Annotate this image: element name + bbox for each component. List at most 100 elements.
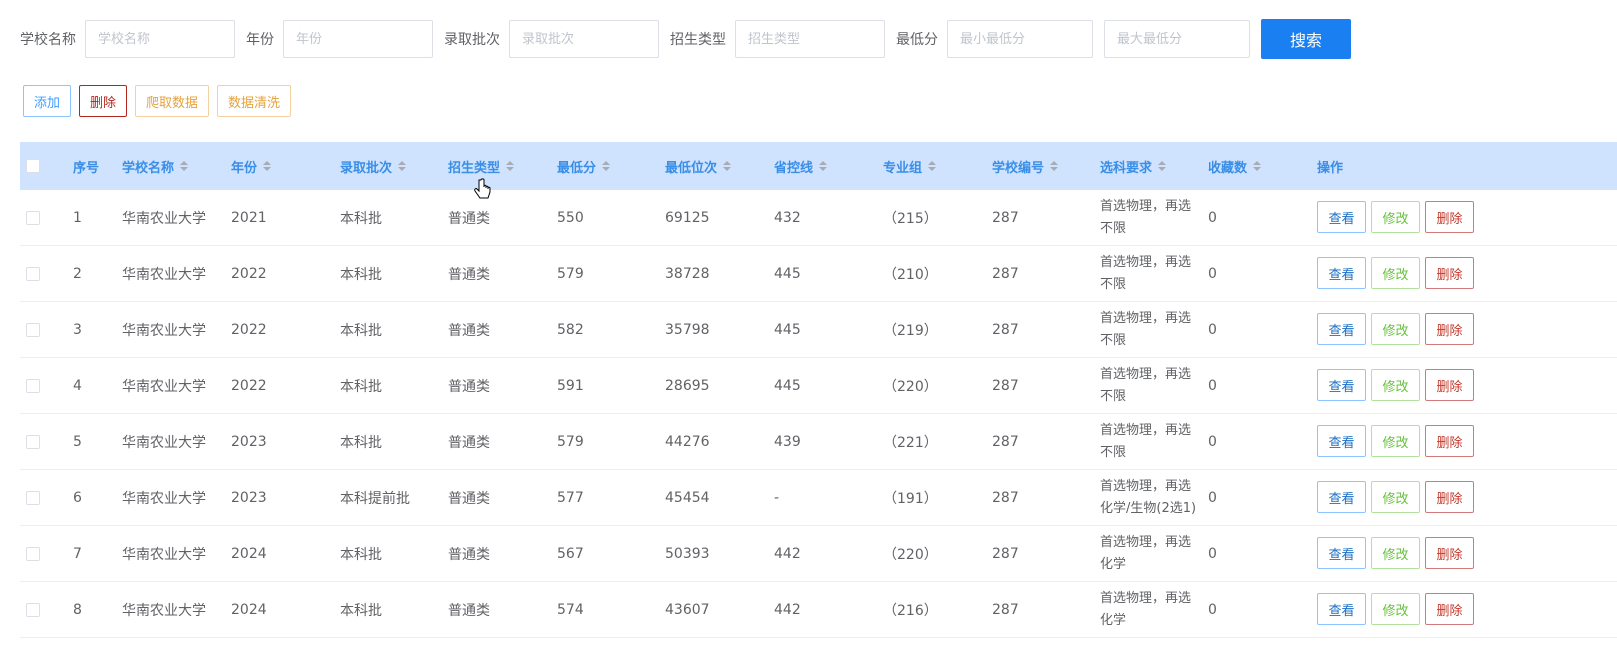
cell-school-name: 华南农业大学 [122, 490, 206, 507]
delete-button[interactable]: 删除 [1425, 369, 1474, 401]
cell-school-name: 华南农业大学 [122, 210, 206, 227]
delete-button[interactable]: 删除 [1425, 201, 1474, 233]
sort-icon[interactable] [1158, 161, 1167, 171]
school-name-input[interactable] [85, 20, 235, 58]
cell-favorites: 0 [1208, 377, 1217, 394]
col-school-name[interactable]: 学校名称 [122, 157, 189, 176]
cell-favorites: 0 [1208, 209, 1217, 226]
col-min-score[interactable]: 最低分 [557, 157, 611, 176]
cell-subject-req: 首选物理，再选不限 [1100, 254, 1192, 292]
sort-icon[interactable] [928, 161, 937, 171]
delete-button[interactable]: 删除 [1425, 257, 1474, 289]
sort-icon[interactable] [819, 161, 828, 171]
sort-icon[interactable] [263, 161, 272, 171]
col-major-group[interactable]: 专业组 [883, 157, 937, 176]
cell-major-group: （220） [883, 546, 938, 563]
col-batch[interactable]: 录取批次 [340, 157, 407, 176]
sort-icon[interactable] [1253, 161, 1262, 171]
cell-control-line: 445 [774, 265, 801, 282]
cell-index: 1 [73, 209, 82, 226]
view-button[interactable]: 查看 [1317, 593, 1366, 625]
delete-button[interactable]: 删除 [1425, 313, 1474, 345]
cell-batch: 本科批 [340, 266, 382, 283]
cell-index: 5 [73, 433, 82, 450]
delete-button[interactable]: 删除 [1425, 481, 1474, 513]
select-all-checkbox[interactable] [26, 159, 40, 173]
col-favorites[interactable]: 收藏数 [1208, 157, 1262, 176]
search-button[interactable]: 搜索 [1261, 19, 1351, 59]
row-checkbox[interactable] [26, 435, 40, 449]
batch-input[interactable] [509, 20, 659, 58]
cell-min-rank: 45454 [665, 489, 710, 506]
edit-button[interactable]: 修改 [1371, 593, 1420, 625]
view-button[interactable]: 查看 [1317, 481, 1366, 513]
view-button[interactable]: 查看 [1317, 537, 1366, 569]
crawl-data-button[interactable]: 爬取数据 [135, 85, 210, 117]
cell-year: 2022 [231, 265, 267, 282]
cell-subject-req: 首选物理，再选不限 [1100, 310, 1192, 348]
view-button[interactable]: 查看 [1317, 257, 1366, 289]
max-min-score-input[interactable] [1104, 20, 1250, 58]
col-subject-req[interactable]: 选科要求 [1100, 157, 1167, 176]
edit-button[interactable]: 修改 [1371, 201, 1420, 233]
sort-icon[interactable] [398, 161, 407, 171]
cell-major-group: （216） [883, 602, 938, 619]
cell-school-name: 华南农业大学 [122, 434, 206, 451]
row-checkbox[interactable] [26, 211, 40, 225]
cell-min-score: 577 [557, 489, 584, 506]
col-min-rank[interactable]: 最低位次 [665, 157, 732, 176]
sort-icon[interactable] [180, 161, 189, 171]
row-checkbox[interactable] [26, 491, 40, 505]
row-checkbox[interactable] [26, 547, 40, 561]
cell-index: 4 [73, 377, 82, 394]
cell-min-rank: 69125 [665, 209, 710, 226]
view-button[interactable]: 查看 [1317, 369, 1366, 401]
row-checkbox[interactable] [26, 323, 40, 337]
cell-major-group: （215） [883, 210, 938, 227]
view-button[interactable]: 查看 [1317, 313, 1366, 345]
edit-button[interactable]: 修改 [1371, 537, 1420, 569]
cell-control-line: - [774, 489, 780, 506]
cell-control-line: 439 [774, 433, 801, 450]
year-label: 年份 [246, 32, 274, 48]
cell-enroll-type: 普通类 [448, 266, 490, 283]
edit-button[interactable]: 修改 [1371, 257, 1420, 289]
add-button[interactable]: 添加 [23, 85, 72, 117]
sort-icon[interactable] [506, 161, 515, 171]
view-button[interactable]: 查看 [1317, 201, 1366, 233]
col-year[interactable]: 年份 [231, 157, 272, 176]
cell-school-name: 华南农业大学 [122, 378, 206, 395]
delete-button[interactable]: 删除 [1425, 425, 1474, 457]
delete-button[interactable]: 删除 [1425, 537, 1474, 569]
cell-min-score: 567 [557, 545, 584, 562]
edit-button[interactable]: 修改 [1371, 425, 1420, 457]
year-input[interactable] [283, 20, 433, 58]
col-enroll-type[interactable]: 招生类型 [448, 157, 515, 176]
row-checkbox[interactable] [26, 379, 40, 393]
min-min-score-input[interactable] [947, 20, 1093, 58]
cell-year: 2024 [231, 545, 267, 562]
batch-delete-button[interactable]: 删除 [79, 85, 128, 117]
delete-button[interactable]: 删除 [1425, 593, 1474, 625]
data-clean-button[interactable]: 数据清洗 [217, 85, 292, 117]
col-school-code[interactable]: 学校编号 [992, 157, 1059, 176]
row-checkbox[interactable] [26, 267, 40, 281]
cell-batch: 本科批 [340, 546, 382, 563]
row-actions: 查看 修改 删除 [1317, 201, 1474, 233]
col-control-line[interactable]: 省控线 [774, 157, 828, 176]
edit-button[interactable]: 修改 [1371, 369, 1420, 401]
view-button[interactable]: 查看 [1317, 425, 1366, 457]
cell-subject-req: 首选物理，再选不限 [1100, 422, 1192, 460]
sort-icon[interactable] [723, 161, 732, 171]
sort-icon[interactable] [602, 161, 611, 171]
enroll-type-input[interactable] [735, 20, 885, 58]
row-actions: 查看 修改 删除 [1317, 425, 1474, 457]
sort-icon[interactable] [1050, 161, 1059, 171]
row-checkbox[interactable] [26, 603, 40, 617]
cell-enroll-type: 普通类 [448, 434, 490, 451]
table-row: 1 华南农业大学 2021 本科批 普通类 550 69125 432 （215） 287 首选物理… [20, 190, 1617, 246]
edit-button[interactable]: 修改 [1371, 481, 1420, 513]
edit-button[interactable]: 修改 [1371, 313, 1420, 345]
cell-min-rank: 50393 [665, 545, 710, 562]
cell-min-score: 579 [557, 433, 584, 450]
